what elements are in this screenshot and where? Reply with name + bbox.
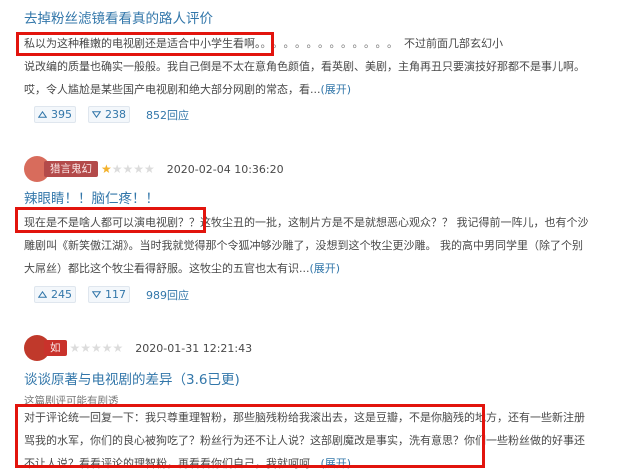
rating-stars: ★★★★★ <box>101 162 155 176</box>
vote-bar: 245 117 989回应 <box>34 286 189 303</box>
review-excerpt: 私以为这种稚嫩的电视剧还是适合中小学生看啊。。。。。。。。。。。。。不过前面几部… <box>24 32 614 101</box>
username[interactable]: 如 <box>44 340 67 356</box>
review-title[interactable]: 辣眼睛！！脑仁疼！！ <box>24 187 159 207</box>
triangle-down-icon <box>92 111 101 118</box>
excerpt-text: 哎，令人尴尬是某些国产电视剧和绝大部分网剧的常态，看... <box>24 83 321 96</box>
excerpt-line: 骂我的水军，你们的良心被狗吃了？粉丝行为还不让人说？这部剧魔改是事实，洗有意思？… <box>24 434 585 447</box>
replies-link[interactable]: 989回应 <box>146 287 189 303</box>
triangle-up-icon <box>38 111 47 118</box>
downvote-count: 238 <box>105 108 126 121</box>
star-icon: ★ <box>101 162 112 176</box>
review-header: 如 ★★★★★ 2020-01-31 12:21:43 <box>24 335 252 361</box>
review-title[interactable]: 谈谈原著与电视剧的差异（3.6已更) <box>24 368 240 388</box>
excerpt-line: 哎，令人尴尬是某些国产电视剧和绝大部分网剧的常态，看...(展开) <box>24 78 614 101</box>
upvote-button[interactable]: 245 <box>34 286 76 303</box>
username[interactable]: 猎言鬼幻 <box>44 161 98 177</box>
triangle-down-icon <box>92 291 101 298</box>
excerpt-line: 不让人说？看看评论的理智粉，再看看你们自己，我就呵呵...(展开) <box>24 452 614 470</box>
downvote-count: 117 <box>105 288 126 301</box>
review-date: 2020-01-31 12:21:43 <box>135 341 253 355</box>
expand-link[interactable]: (展开) <box>310 262 341 275</box>
rating-stars: ★★★★★ <box>70 341 124 355</box>
excerpt-line: 大屌丝）都比这个牧尘看得舒服。这牧尘的五官也太有识...(展开) <box>24 257 614 280</box>
excerpt-line: 雕剧叫《新笑傲江湖》。当时我就觉得那个令狐冲够沙雕了，没想到这个牧尘更沙雕。 我… <box>24 239 583 252</box>
upvote-count: 245 <box>51 288 72 301</box>
excerpt-text: 私以为这种稚嫩的电视剧还是适合中小学生看啊。 <box>24 37 261 50</box>
review-excerpt: 对于评论统一回复一下：我只尊重理智粉，那些脑残粉给我滚出去，这是豆瓣，不是你脑残… <box>24 406 614 470</box>
expand-link[interactable]: (展开) <box>321 457 352 470</box>
star-icon: ★★★★★ <box>69 341 124 355</box>
review-date: 2020-02-04 10:36:20 <box>166 162 284 176</box>
ellipsis-dots: 。。。。。。。。。。。。 <box>260 37 404 50</box>
vote-bar: 395 238 852回应 <box>34 106 189 123</box>
triangle-up-icon <box>38 291 47 298</box>
downvote-button[interactable]: 117 <box>88 286 130 303</box>
excerpt-line: 对于评论统一回复一下：我只尊重理智粉，那些脑残粉给我滚出去，这是豆瓣，不是你脑残… <box>24 411 585 424</box>
excerpt-line: 现在是不是啥人都可以演电视剧？？这牧尘丑的一批，这制片方是不是就想恶心观众？？ … <box>24 216 589 229</box>
excerpt-line: 说改编的质量也确实一般般。我自己倒是不太在意角色颜值，看英剧、美剧，主角再丑只要… <box>24 60 585 73</box>
star-icon: ★★★★ <box>111 162 155 176</box>
upvote-button[interactable]: 395 <box>34 106 76 123</box>
excerpt-line: 私以为这种稚嫩的电视剧还是适合中小学生看啊。。。。。。。。。。。。。不过前面几部… <box>24 32 614 55</box>
upvote-count: 395 <box>51 108 72 121</box>
replies-link[interactable]: 852回应 <box>146 107 189 123</box>
excerpt-text: 大屌丝）都比这个牧尘看得舒服。这牧尘的五官也太有识... <box>24 262 310 275</box>
review-title[interactable]: 去掉粉丝滤镜看看真的路人评价 <box>24 7 213 27</box>
expand-link[interactable]: (展开) <box>321 83 352 96</box>
review-header: 猎言鬼幻 ★★★★★ 2020-02-04 10:36:20 <box>24 156 284 182</box>
review-excerpt: 现在是不是啥人都可以演电视剧？？这牧尘丑的一批，这制片方是不是就想恶心观众？？ … <box>24 211 614 280</box>
downvote-button[interactable]: 238 <box>88 106 130 123</box>
excerpt-tail: 不过前面几部玄幻小 <box>404 37 503 50</box>
excerpt-text: 不让人说？看看评论的理智粉，再看看你们自己，我就呵呵... <box>24 457 321 470</box>
